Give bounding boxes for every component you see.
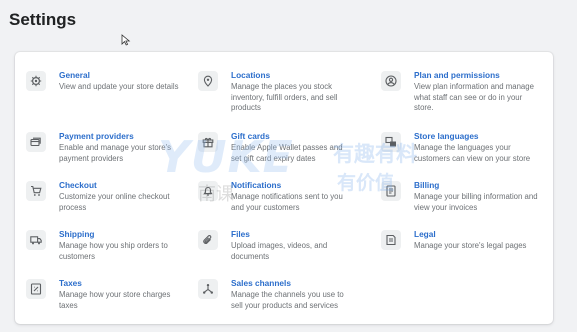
settings-item-description: Manage the languages your customers can … [414, 143, 531, 163]
legal-icon [381, 230, 401, 250]
settings-item-gift-cards[interactable]: Gift cards Enable Apple Wallet passes an… [198, 131, 368, 179]
settings-item-plan-and-permissions[interactable]: Plan and permissions View plan informati… [381, 70, 551, 118]
settings-item-description: Manage the channels you use to sell your… [231, 290, 344, 310]
settings-item-billing[interactable]: Billing Manage your billing information … [381, 180, 551, 228]
page-title: Settings [9, 10, 77, 29]
settings-item-shipping[interactable]: Shipping Manage how you ship orders to c… [26, 229, 196, 277]
location-icon [198, 71, 218, 91]
settings-item-title: Payment providers [59, 131, 134, 141]
settings-item-payment-providers[interactable]: Payment providers Enable and manage your… [26, 131, 196, 179]
settings-item-sales-channels[interactable]: Sales channels Manage the channels you u… [198, 278, 368, 326]
settings-item-general[interactable]: General View and update your store detai… [26, 70, 196, 118]
languages-icon [381, 132, 401, 152]
settings-item-title: General [59, 70, 90, 80]
settings-item-store-languages[interactable]: Store languages Manage the languages you… [381, 131, 551, 179]
settings-item-description: Manage how your store charges taxes [59, 290, 171, 310]
settings-item-title: Gift cards [231, 131, 270, 141]
gift-icon [198, 132, 218, 152]
user-icon [381, 71, 401, 91]
settings-item-title: Shipping [59, 229, 95, 239]
billing-icon [381, 181, 401, 201]
settings-item-description: Upload images, videos, and documents [231, 241, 328, 261]
settings-item-description: Manage how you ship orders to customers [59, 241, 168, 261]
settings-item-title: Taxes [59, 278, 82, 288]
settings-item-description: Enable Apple Wallet passes and set gift … [231, 143, 343, 163]
settings-item-title: Billing [414, 180, 440, 190]
settings-item-title: Store languages [414, 131, 479, 141]
settings-item-description: View plan information and manage what st… [414, 82, 534, 112]
settings-item-checkout[interactable]: Checkout Customize your online checkout … [26, 180, 196, 228]
settings-item-title: Files [231, 229, 250, 239]
cart-icon [26, 181, 46, 201]
settings-card: General View and update your store detai… [15, 52, 553, 324]
settings-item-description: View and update your store details [59, 82, 179, 91]
channels-icon [198, 279, 218, 299]
settings-item-title: Locations [231, 70, 271, 80]
settings-item-description: Manage your store's legal pages [414, 241, 527, 250]
truck-icon [26, 230, 46, 250]
settings-item-files[interactable]: Files Upload images, videos, and documen… [198, 229, 368, 277]
settings-item-description: Customize your online checkout process [59, 192, 170, 212]
settings-item-notifications[interactable]: Notifications Manage notifications sent … [198, 180, 368, 228]
settings-item-legal[interactable]: Legal Manage your store's legal pages [381, 229, 551, 277]
settings-item-taxes[interactable]: Taxes Manage how your store charges taxe… [26, 278, 196, 326]
settings-item-title: Sales channels [231, 278, 291, 288]
settings-item-description: Enable and manage your store's payment p… [59, 143, 172, 163]
bell-icon [198, 181, 218, 201]
mouse-cursor-icon [121, 34, 131, 46]
settings-item-locations[interactable]: Locations Manage the places you stock in… [198, 70, 368, 118]
gear-icon [26, 71, 46, 91]
settings-item-title: Plan and permissions [414, 70, 500, 80]
settings-item-description: Manage the places you stock inventory, f… [231, 82, 338, 112]
settings-item-title: Checkout [59, 180, 97, 190]
settings-item-title: Notifications [231, 180, 282, 190]
settings-item-description: Manage your billing information and view… [414, 192, 538, 212]
payment-icon [26, 132, 46, 152]
settings-item-description: Manage notifications sent to you and you… [231, 192, 343, 212]
tax-icon [26, 279, 46, 299]
settings-item-title: Legal [414, 229, 436, 239]
paperclip-icon [198, 230, 218, 250]
